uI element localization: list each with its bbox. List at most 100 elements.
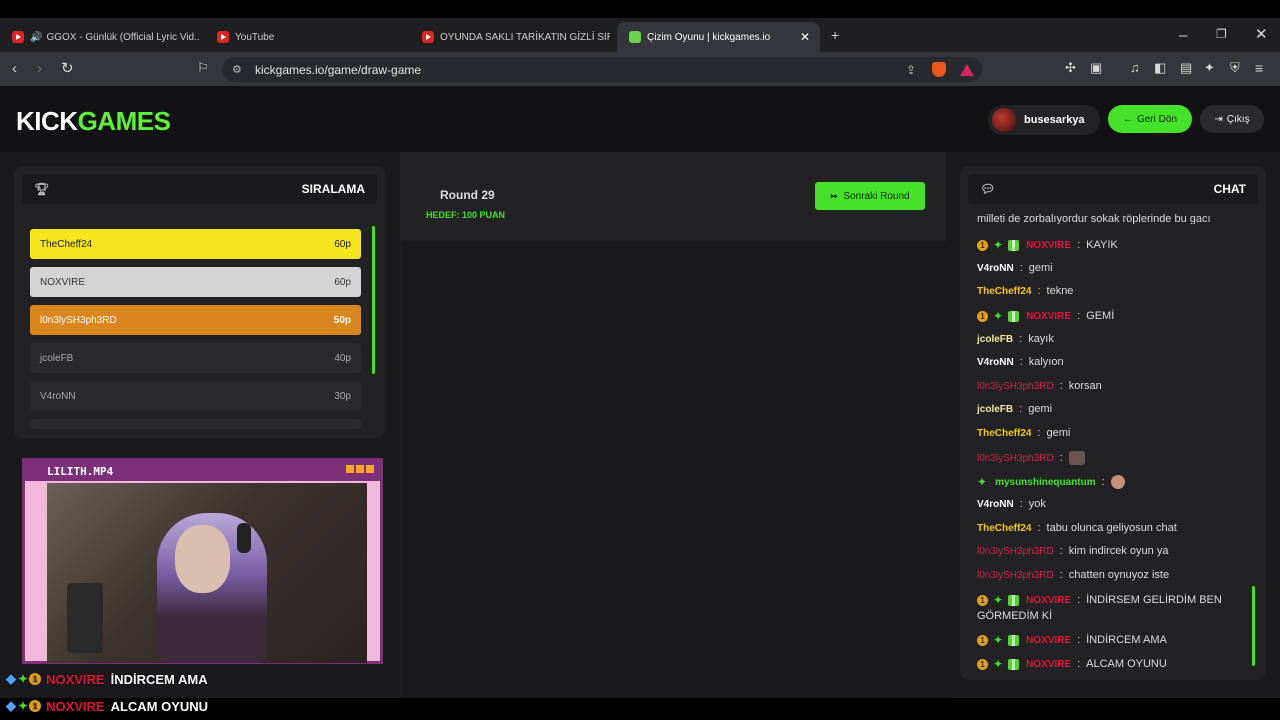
- youtube-icon: [217, 31, 229, 43]
- site-info-icon[interactable]: ⚙: [232, 63, 242, 76]
- chat-title: CHAT: [1213, 182, 1246, 196]
- ranking-row: l0n3lySH3ph3RD 50p: [30, 305, 361, 335]
- ai-sparkle-icon[interactable]: ✦: [1204, 61, 1215, 74]
- maximize-icon[interactable]: ❐: [1216, 28, 1227, 40]
- chat-scrollbar[interactable]: [1252, 586, 1255, 666]
- game-area: Round 29 HEDEF: 100 PUAN ⏩︎ Sonraki Roun…: [400, 152, 946, 698]
- player-name: l0n3lySH3ph3RD: [40, 314, 117, 326]
- youtube-icon: [422, 31, 434, 43]
- logo-kick: KICK: [16, 106, 78, 136]
- browser-tab[interactable]: OYUNDA SAKLI TARİKATIN GİZLİ SIR...: [410, 22, 610, 52]
- close-window-icon[interactable]: ✕: [1255, 27, 1268, 42]
- stream-chat-overlay-line: ◆ ✦ 1 NOXVIRE İNDİRCEM AMA: [6, 671, 208, 687]
- ranking-row-partial: [30, 419, 361, 429]
- player-points: 40p: [334, 352, 351, 364]
- youtube-icon: [12, 31, 24, 43]
- vpn-shield-icon[interactable]: ⛨: [1230, 61, 1240, 74]
- chat-bubbles-icon: 💬︎: [980, 182, 996, 196]
- player-points: 60p: [334, 276, 351, 288]
- target-label: HEDEF: 100 PUAN: [426, 210, 506, 220]
- overlay-text: ALCAM OYUNU: [110, 698, 209, 714]
- menu-icon[interactable]: ≡: [1255, 61, 1263, 75]
- streamer-face: [175, 525, 230, 593]
- tab-title: YouTube: [235, 31, 275, 43]
- arrow-left-icon: ←: [1122, 113, 1133, 125]
- wallet-icon[interactable]: ▤: [1180, 61, 1192, 74]
- webcam-title: LILITH.MP4: [47, 464, 114, 478]
- drawing-canvas[interactable]: [402, 242, 946, 698]
- ranking-header: 🏆︎ SIRALAMA: [22, 174, 377, 204]
- close-tab-icon[interactable]: ✕: [800, 30, 810, 44]
- back-button[interactable]: ← Geri Dön: [1108, 105, 1192, 133]
- ranking-row: NOXVIRE 60p: [30, 267, 361, 297]
- tab-title: Çizim Oyunu | kickgames.io: [647, 31, 771, 43]
- sparkle-icon: ✦: [18, 699, 29, 713]
- browser-tab-active[interactable]: Çizim Oyunu | kickgames.io ✕: [617, 22, 820, 52]
- background-cup: [67, 583, 103, 653]
- ranking-row: TheCheff24 60p: [30, 229, 361, 259]
- webcam-video: [47, 483, 367, 663]
- address-bar[interactable]: ⚙ kickgames.io/game/draw-game ⇪: [222, 57, 982, 82]
- fast-forward-icon: ⏩︎: [830, 190, 839, 202]
- browser-tab[interactable]: YouTube: [205, 22, 405, 52]
- window-buttons-icon: [346, 465, 374, 473]
- player-name: TheCheff24: [40, 238, 93, 250]
- next-round-label: Sonraki Round: [843, 190, 910, 202]
- site-header: KICKGAMES busesarkya ← Geri Dön ⇥ Çıkış: [0, 86, 1280, 152]
- player-name: V4roNN: [40, 390, 76, 402]
- logout-label: Çıkış: [1226, 113, 1250, 125]
- browser-tab[interactable]: 🔊 GGOX - Günlük (Official Lyric Vid...: [0, 22, 200, 52]
- stream-chat-overlay-line: ◆ ✦ 1 NOXVIRE ALCAM OYUNU: [6, 698, 208, 714]
- screen-top-border: [0, 0, 1280, 18]
- new-tab-button[interactable]: +: [831, 28, 839, 42]
- overlay-text: İNDİRCEM AMA: [110, 671, 208, 687]
- speaker-icon: 🔊: [30, 31, 43, 43]
- tab-title: GGOX - Günlük (Official Lyric Vid...: [46, 31, 200, 43]
- ranking-scrollbar[interactable]: [372, 226, 375, 374]
- logout-icon: ⇥: [1214, 113, 1223, 125]
- next-round-button[interactable]: ⏩︎ Sonraki Round: [815, 182, 925, 210]
- logout-button[interactable]: ⇥ Çıkış: [1200, 105, 1264, 133]
- player-name: jcoleFB: [40, 352, 74, 364]
- extensions-icon[interactable]: ✣: [1065, 61, 1076, 74]
- overlay-username: NOXVIRE: [46, 698, 105, 714]
- ranking-row: V4roNN 30p: [30, 381, 361, 411]
- webcam-overlay: LILITH.MP4: [22, 458, 383, 664]
- brave-shield-icon[interactable]: [932, 62, 946, 77]
- back-label: Geri Dön: [1136, 113, 1177, 125]
- chat-header: 💬︎ CHAT: [968, 174, 1258, 204]
- reload-icon[interactable]: ↻: [61, 61, 74, 76]
- logo-games: GAMES: [77, 106, 171, 136]
- ranking-row: jcoleFB 40p: [30, 343, 361, 373]
- screenshot-icon[interactable]: ▣: [1090, 61, 1102, 74]
- share-icon[interactable]: ⇪: [906, 63, 916, 77]
- kickgames-logo[interactable]: KICKGAMES: [16, 106, 171, 137]
- player-points: 60p: [334, 238, 351, 250]
- browser-tab-strip: 🔊 GGOX - Günlük (Official Lyric Vid... Y…: [0, 18, 1280, 52]
- player-points: 50p: [333, 314, 351, 326]
- music-icon[interactable]: ♫: [1130, 61, 1140, 74]
- rank-badge-icon: 1: [29, 700, 42, 712]
- bookmark-icon[interactable]: ⚐: [197, 61, 209, 74]
- kickgames-favicon-icon: [629, 31, 641, 43]
- player-name: NOXVIRE: [40, 276, 86, 288]
- round-label: Round 29: [440, 188, 495, 202]
- sparkle-icon: ✦: [18, 672, 29, 686]
- webcam-title-bar: LILITH.MP4: [25, 461, 380, 481]
- browser-toolbar: ‹ › ↻ ⚐ ⚙ kickgames.io/game/draw-game ⇪ …: [0, 52, 1280, 86]
- url-text: kickgames.io/game/draw-game: [255, 62, 422, 77]
- username: busesarkya: [1024, 114, 1085, 126]
- chat-panel: 💬︎ CHAT: [960, 166, 1266, 680]
- tab-title: OYUNDA SAKLI TARİKATIN GİZLİ SIR...: [440, 31, 610, 43]
- forward-arrow-icon[interactable]: ›: [37, 61, 42, 76]
- back-arrow-icon[interactable]: ‹: [12, 61, 17, 76]
- avatar: [992, 108, 1016, 132]
- overlay-username: NOXVIRE: [46, 671, 105, 687]
- cube-icon: ◆: [6, 698, 16, 713]
- sidebar-icon[interactable]: ◧: [1154, 61, 1166, 74]
- user-profile-chip[interactable]: busesarkya: [988, 105, 1100, 135]
- player-points: 30p: [334, 390, 351, 402]
- brave-rewards-icon[interactable]: [960, 63, 974, 76]
- ranking-title: SIRALAMA: [301, 182, 365, 196]
- minimize-icon[interactable]: –: [1179, 28, 1187, 43]
